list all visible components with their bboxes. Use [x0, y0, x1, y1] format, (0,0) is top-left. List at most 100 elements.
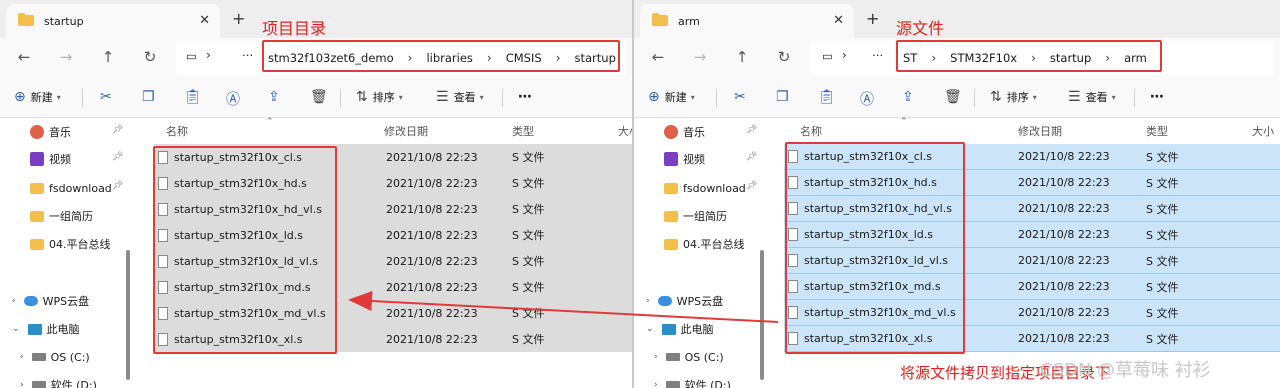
chevron-right-icon[interactable]: ›	[654, 380, 658, 388]
view-button[interactable]: ☰ 查看 ▾	[1068, 89, 1116, 105]
nav-item-resume[interactable]: 一组简历	[664, 203, 727, 229]
more-icon[interactable]: ⋯	[242, 48, 254, 62]
refresh-icon[interactable]: ↻	[774, 48, 794, 66]
pin-icon[interactable]: 📌︎	[746, 125, 757, 135]
add-tab-icon[interactable]: +	[866, 9, 879, 28]
explorer-window-right: arm ✕ + 源文件 ← → ↑ ↻ ▭ › ⋯ ST › STM32F10x…	[634, 0, 1280, 388]
copy-button[interactable]: ❐	[142, 89, 160, 105]
scrollbar[interactable]	[126, 250, 130, 380]
column-type[interactable]: 类型	[512, 118, 534, 144]
nav-item-video[interactable]: 视频	[30, 146, 71, 172]
copy-button[interactable]: ❐	[776, 89, 794, 105]
plus-circle-icon: ⊕	[648, 89, 660, 105]
divider	[1134, 89, 1135, 107]
divider	[974, 89, 975, 107]
nav-item-drive-d[interactable]: › 软件 (D:)	[654, 372, 731, 388]
video-icon	[664, 152, 678, 166]
column-modified[interactable]: 修改日期	[1018, 118, 1062, 144]
share-button[interactable]: ⇪	[902, 89, 919, 105]
pin-icon[interactable]: 📌︎	[112, 181, 123, 191]
nav-item-music[interactable]: 音乐	[664, 119, 705, 145]
annotation-box	[896, 40, 1162, 72]
nav-item-platform-bus[interactable]: 04.平台总线	[30, 231, 111, 257]
nav-item-video[interactable]: 视频	[664, 146, 705, 172]
file-type: S 文件	[512, 281, 545, 294]
pin-icon[interactable]: 📌︎	[112, 152, 123, 162]
sort-icon: ⇅	[990, 89, 1002, 105]
cut-button[interactable]: ✂	[100, 89, 117, 105]
drive-icon	[665, 381, 680, 388]
column-size[interactable]: 大小	[618, 118, 632, 144]
column-modified[interactable]: 修改日期	[384, 118, 428, 144]
more-icon[interactable]: ⋯	[872, 48, 884, 62]
chevron-down-icon[interactable]: ⌄	[646, 324, 654, 334]
chevron-right-icon[interactable]: ›	[646, 296, 650, 306]
pin-icon[interactable]: 📌︎	[112, 125, 123, 135]
rename-button[interactable]: Ⓐ	[226, 89, 245, 109]
up-icon[interactable]: ↑	[732, 48, 752, 66]
new-button[interactable]: ⊕ 新建 ▾	[648, 89, 695, 105]
column-type[interactable]: 类型	[1146, 118, 1168, 144]
chevron-right-icon[interactable]: ›	[654, 352, 658, 362]
nav-item-this-pc[interactable]: ⌄ 此电脑	[12, 316, 80, 342]
new-button[interactable]: ⊕ 新建 ▾	[14, 89, 61, 105]
computer-icon	[661, 323, 676, 335]
music-icon	[30, 125, 44, 139]
file-modified: 2021/10/8 22:23	[386, 254, 478, 268]
view-icon: ☰	[436, 89, 449, 105]
delete-button[interactable]: 🗑︎	[944, 89, 967, 105]
close-icon[interactable]: ✕	[833, 13, 844, 28]
forward-icon[interactable]: →	[690, 48, 710, 66]
refresh-icon[interactable]: ↻	[140, 48, 160, 66]
forward-icon[interactable]: →	[56, 48, 76, 66]
nav-item-drive-c[interactable]: › OS (C:)	[20, 344, 90, 370]
add-tab-icon[interactable]: +	[232, 9, 245, 28]
chevron-right-icon[interactable]: ›	[20, 352, 24, 362]
file-modified: 2021/10/8 22:23	[1018, 176, 1110, 189]
more-options-button[interactable]: ⋯	[518, 89, 532, 105]
nav-item-resume[interactable]: 一组简历	[30, 203, 93, 229]
paste-icon: 📋︎	[818, 89, 836, 105]
file-type: S 文件	[1146, 280, 1179, 294]
back-icon[interactable]: ←	[648, 48, 668, 66]
sort-button[interactable]: ⇅ 排序 ▾	[990, 89, 1037, 105]
nav-item-wps-cloud[interactable]: › WPS云盘	[12, 288, 89, 314]
share-button[interactable]: ⇪	[268, 89, 285, 105]
scrollbar[interactable]	[760, 250, 764, 380]
pin-icon[interactable]: 📌︎	[746, 152, 757, 162]
up-icon[interactable]: ↑	[98, 48, 118, 66]
view-button[interactable]: ☰ 查看 ▾	[436, 89, 484, 105]
command-bar: ⊕ 新建 ▾ ✂ ❐ 📋︎ Ⓐ ⇪ 🗑︎ ⇅ 排序 ▾ ☰ 查看 ▾ ⋯	[634, 78, 1280, 118]
nav-item-fsdownload[interactable]: fsdownload	[30, 175, 112, 201]
sort-button[interactable]: ⇅ 排序 ▾	[356, 89, 403, 105]
close-icon[interactable]: ✕	[199, 13, 210, 28]
column-size[interactable]: 大小	[1252, 118, 1274, 144]
explorer-window-left: startup ✕ + ← → ↑ ↻ ▭ › ⋯ stm32f103zet6_…	[0, 0, 632, 388]
chevron-right-icon[interactable]: ›	[12, 296, 16, 306]
nav-item-drive-d[interactable]: › 软件 (D:)	[20, 372, 97, 388]
chevron-right-icon[interactable]: ›	[20, 380, 24, 388]
nav-item-music[interactable]: 音乐	[30, 119, 71, 145]
nav-item-wps-cloud[interactable]: › WPS云盘	[646, 288, 723, 314]
rename-button[interactable]: Ⓐ	[860, 89, 879, 109]
sort-up-icon: ⌃	[900, 117, 908, 127]
chevron-down-icon[interactable]: ⌄	[12, 324, 20, 334]
tab-arm[interactable]: arm ✕	[640, 4, 854, 38]
more-options-button[interactable]: ⋯	[1150, 89, 1164, 105]
paste-button[interactable]: 📋︎	[818, 89, 841, 105]
nav-item-this-pc[interactable]: ⌄ 此电脑	[646, 316, 714, 342]
nav-item-platform-bus[interactable]: 04.平台总线	[664, 231, 745, 257]
cut-button[interactable]: ✂	[734, 89, 751, 105]
divider	[340, 89, 341, 107]
paste-button[interactable]: 📋︎	[184, 89, 207, 105]
tab-startup[interactable]: startup ✕	[6, 4, 220, 38]
column-name[interactable]: 名称	[800, 118, 822, 144]
column-name[interactable]: 名称	[166, 118, 188, 144]
nav-item-fsdownload[interactable]: fsdownload	[664, 175, 746, 201]
nav-item-drive-c[interactable]: › OS (C:)	[654, 344, 724, 370]
pin-icon[interactable]: 📌︎	[746, 181, 757, 191]
annotation-box	[153, 146, 337, 354]
delete-button[interactable]: 🗑︎	[310, 89, 333, 105]
video-icon	[30, 152, 44, 166]
back-icon[interactable]: ←	[14, 48, 34, 66]
